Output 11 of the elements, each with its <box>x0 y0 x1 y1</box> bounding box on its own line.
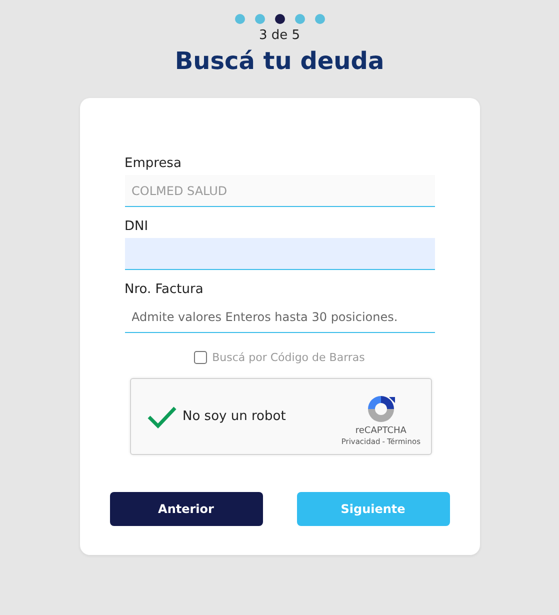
field-label: DNI <box>124 219 150 234</box>
field-label: Empresa <box>124 156 182 171</box>
field-label: Nro. Factura <box>124 282 204 297</box>
checkmark-icon[interactable] <box>146 404 176 428</box>
page-title: Buscá tu deuda <box>174 47 384 75</box>
step-counter: 3 de 5 <box>258 28 300 43</box>
input-field[interactable] <box>124 238 434 270</box>
back-button[interactable]: Anterior <box>110 492 262 526</box>
checkbox[interactable] <box>194 351 208 364</box>
captcha-label: No soy un robot <box>182 409 286 424</box>
captcha-brand: reCAPTCHA <box>355 426 406 436</box>
